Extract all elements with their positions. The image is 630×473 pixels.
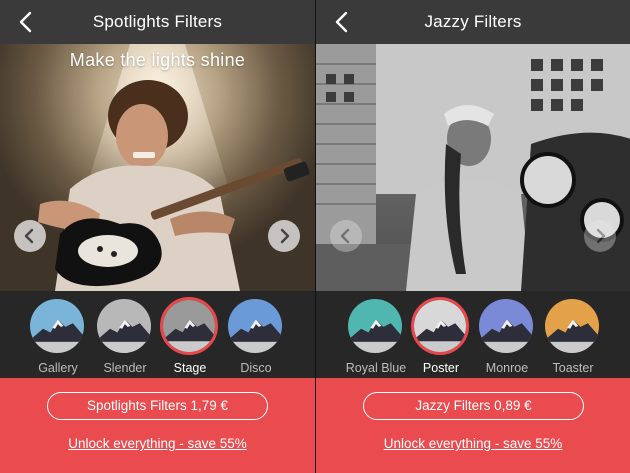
filter-thumbnail: [95, 297, 153, 355]
chevron-left-icon: [24, 228, 34, 244]
spotlights-filters-screen: Spotlights Filters Make the lights shine…: [0, 0, 315, 473]
filter-royal-blue[interactable]: Royal Blue: [346, 297, 406, 375]
page-title: Jazzy Filters: [424, 12, 522, 31]
filter-thumbnail: [346, 297, 404, 355]
mountain-thumbnail-image: [163, 300, 215, 352]
navigation-bar: Jazzy Filters: [316, 0, 630, 44]
next-button[interactable]: [584, 220, 616, 252]
woman-with-car-photo: [316, 44, 630, 291]
mountain-thumbnail-image: [228, 299, 282, 353]
purchase-area: Jazzy Filters 0,89 € Unlock everything -…: [316, 378, 630, 473]
preview-photo: [316, 44, 630, 291]
mountain-thumbnail-image: [30, 299, 84, 353]
chevron-left-icon: [340, 228, 350, 244]
buy-button[interactable]: Jazzy Filters 0,89 €: [363, 392, 584, 420]
filter-monroe[interactable]: Monroe: [477, 297, 537, 375]
next-button[interactable]: [268, 220, 300, 252]
filter-thumbnail: [411, 297, 469, 355]
filter-thumbnail: [160, 297, 218, 355]
filter-thumbnail: [226, 297, 284, 355]
chevron-right-icon: [596, 228, 606, 244]
filter-disco[interactable]: Disco: [226, 297, 286, 375]
unlock-everything-link[interactable]: Unlock everything - save 55%: [0, 436, 315, 451]
mountain-thumbnail-image: [479, 299, 533, 353]
mountain-thumbnail-image: [97, 299, 151, 353]
filter-toaster[interactable]: Toaster: [543, 297, 603, 375]
guitarist-photo: [38, 44, 310, 291]
filter-label: Toaster: [552, 361, 594, 375]
previous-button[interactable]: [330, 220, 362, 252]
filter-thumbnail: [477, 297, 535, 355]
photo-caption: Make the lights shine: [69, 50, 246, 70]
mountain-thumbnail-image: [545, 299, 599, 353]
unlock-everything-link[interactable]: Unlock everything - save 55%: [316, 436, 630, 451]
buy-button[interactable]: Spotlights Filters 1,79 €: [47, 392, 268, 420]
chevron-right-icon: [280, 228, 290, 244]
filter-thumbnail: [28, 297, 86, 355]
purchase-area: Spotlights Filters 1,79 € Unlock everyth…: [0, 378, 315, 473]
jazzy-filters-screen: Jazzy Filters Royal Blue Poster Monroe T…: [315, 0, 630, 473]
filter-thumbnail: [543, 297, 601, 355]
page-title: Spotlights Filters: [92, 12, 223, 31]
mountain-thumbnail-image: [414, 300, 466, 352]
previous-button[interactable]: [14, 220, 46, 252]
filter-strip: Royal Blue Poster Monroe Toaster: [316, 291, 630, 378]
filter-gallery[interactable]: Gallery: [28, 297, 88, 375]
mountain-thumbnail-image: [348, 299, 402, 353]
filter-slender[interactable]: Slender: [95, 297, 155, 375]
filter-poster[interactable]: Poster: [411, 297, 471, 375]
filter-stage[interactable]: Stage: [160, 297, 220, 375]
filter-label: Disco: [240, 361, 272, 375]
filter-strip: Gallery Slender Stage Disco: [0, 291, 315, 378]
preview-photo: Make the lights shine: [0, 44, 315, 291]
navigation-bar: Spotlights Filters: [0, 0, 315, 44]
